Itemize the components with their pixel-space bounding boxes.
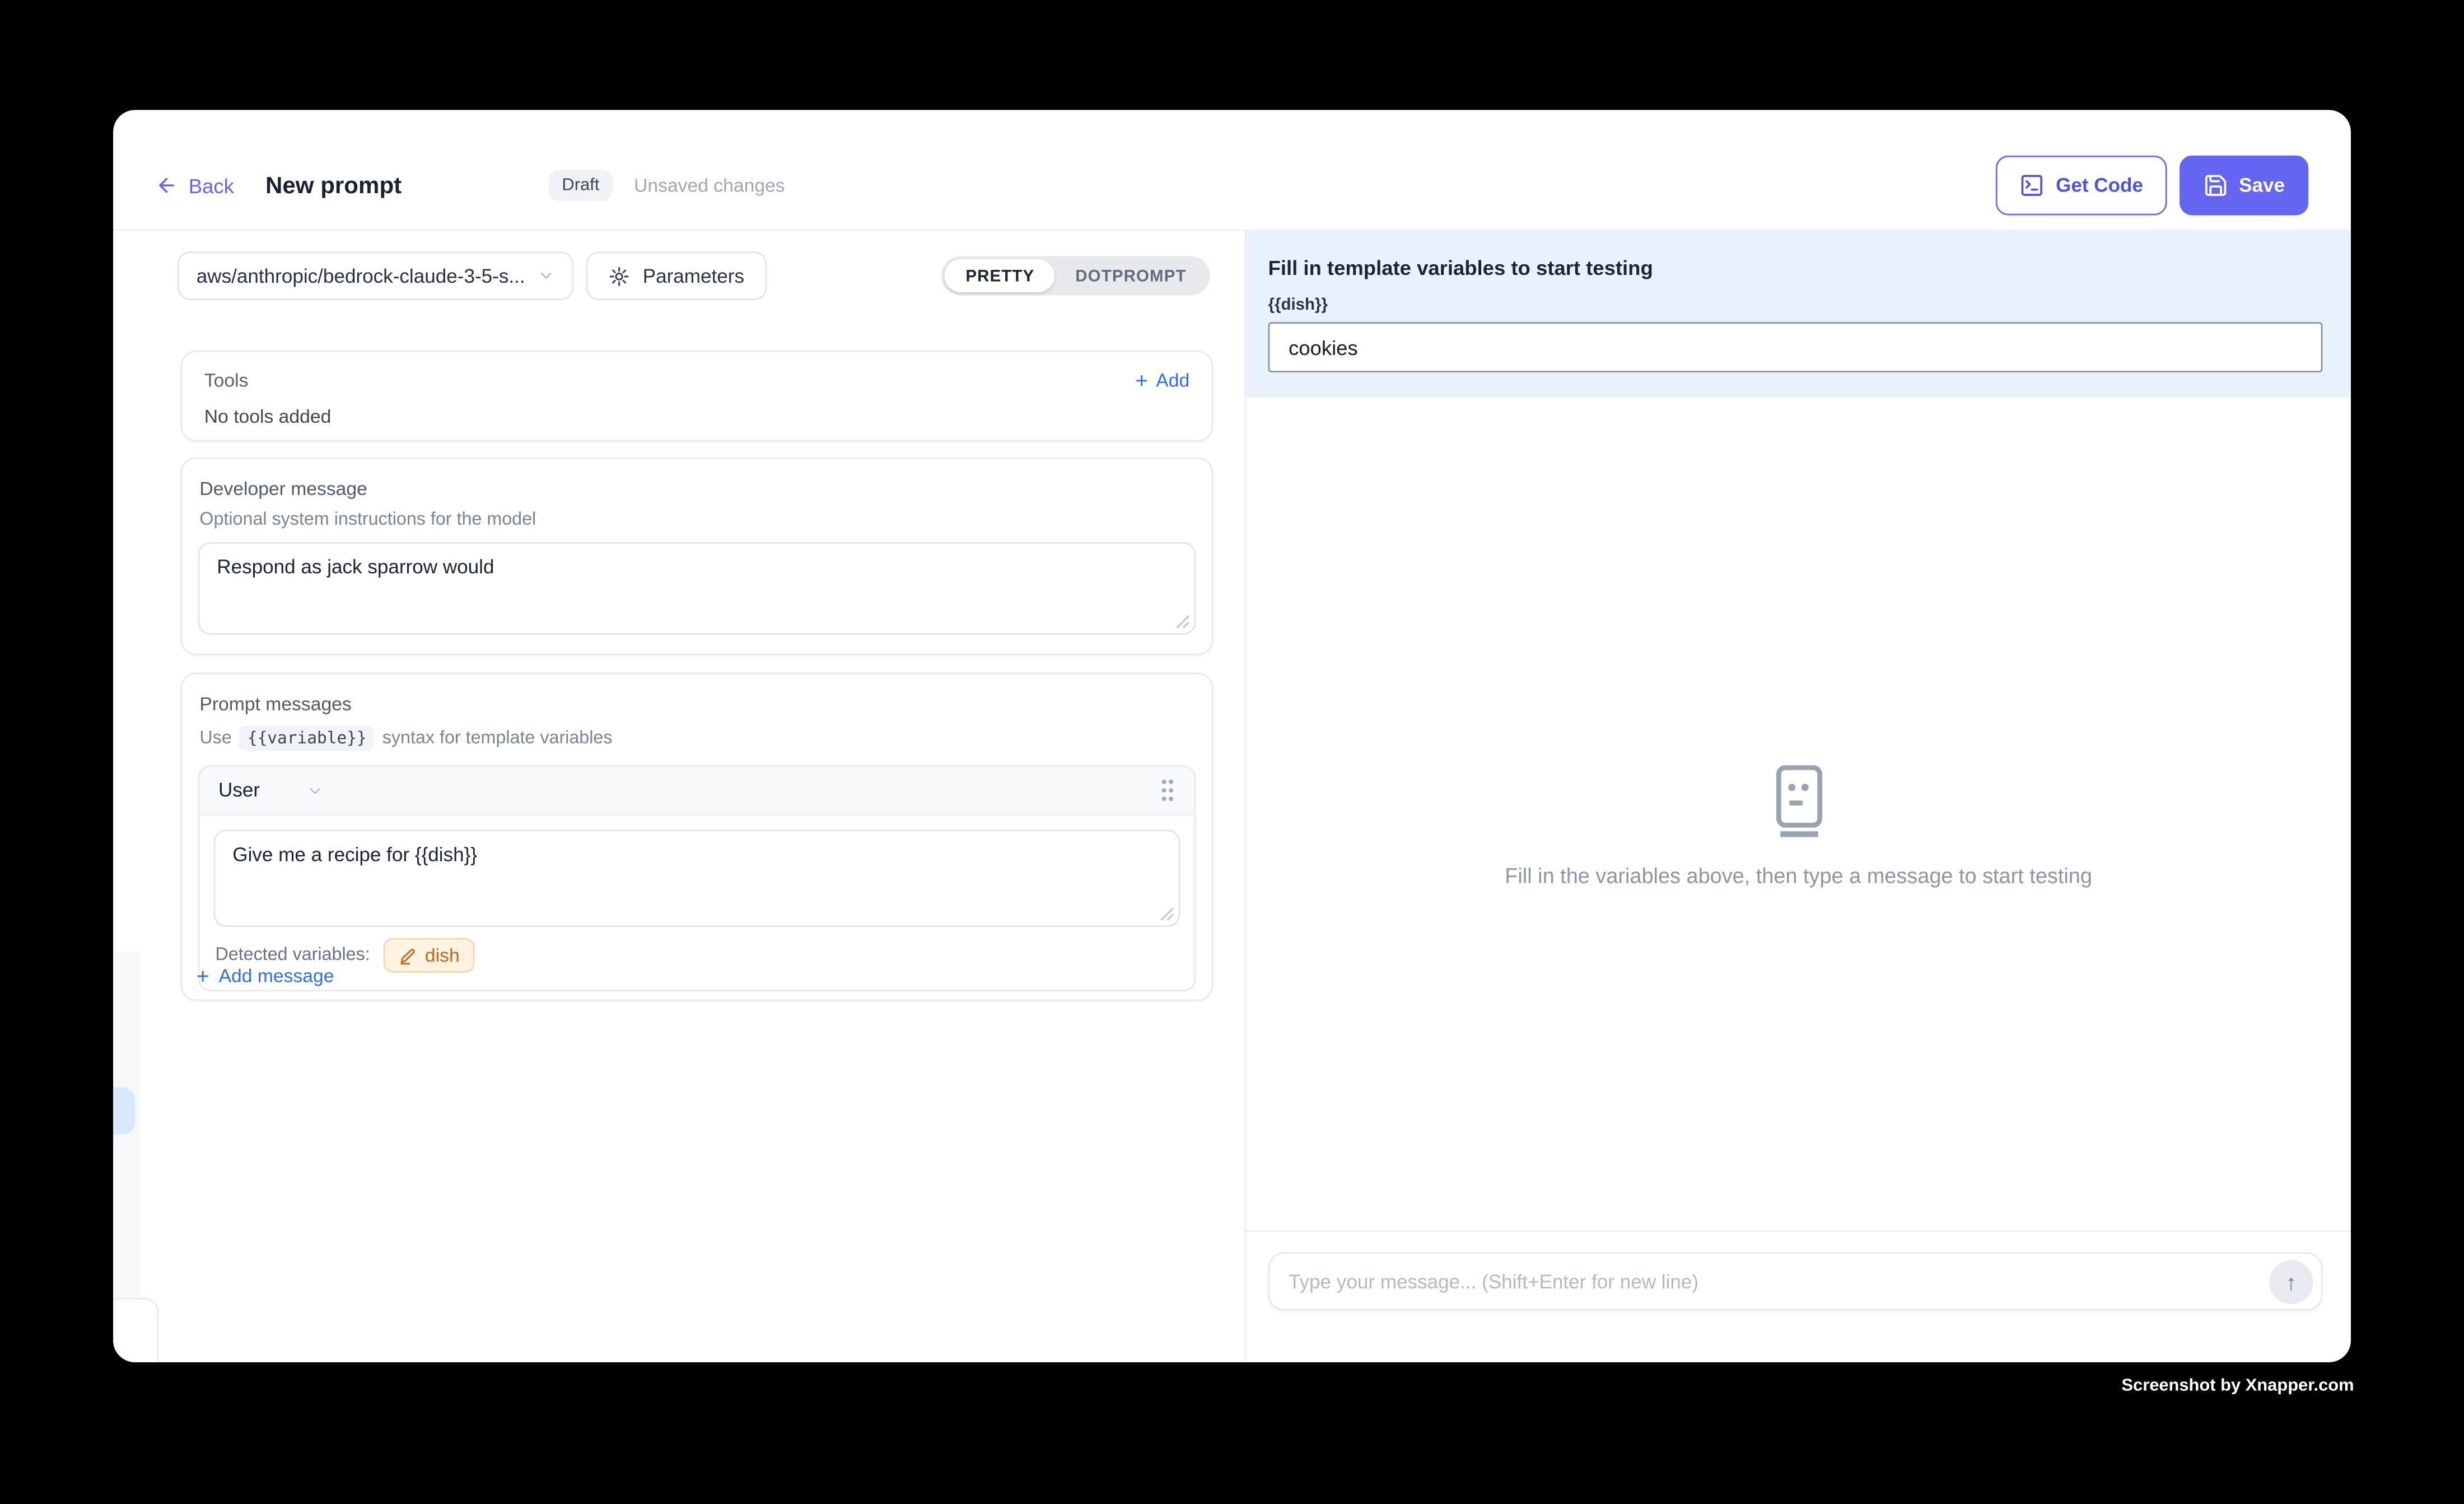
- screenshot-background: Back New prompt Draft Unsaved changes Ge…: [0, 0, 2464, 1503]
- role-select-value[interactable]: User: [218, 779, 260, 801]
- variable-syntax-chip: {{variable}}: [240, 726, 375, 751]
- add-message-label: Add message: [219, 965, 334, 987]
- chevron-down-icon: [538, 267, 555, 284]
- save-icon: [2203, 173, 2228, 198]
- prompt-messages-subtitle: Use {{variable}} syntax for template var…: [198, 726, 1196, 751]
- chat-empty-state: Fill in the variables above, then type a…: [1246, 765, 2351, 888]
- parameters-button[interactable]: Parameters: [586, 251, 767, 300]
- empty-state-text: Fill in the variables above, then type a…: [1505, 864, 2092, 888]
- tools-empty-text: No tools added: [204, 405, 1189, 427]
- parameters-label: Parameters: [643, 265, 744, 287]
- edit-pencil-icon: [400, 947, 417, 964]
- bot-face-icon: [1775, 765, 1822, 838]
- header-actions: Get Code Save: [1996, 156, 2308, 216]
- variables-banner-title: Fill in template variables to start test…: [1268, 256, 2321, 279]
- add-tool-button[interactable]: + Add: [1135, 369, 1189, 391]
- message-body: Give me a recipe for {{dish}} Detected v…: [199, 815, 1194, 989]
- developer-message-subtitle: Optional system instructions for the mod…: [198, 511, 1196, 530]
- developer-message-card: Developer message Optional system instru…: [181, 457, 1214, 656]
- collapsed-sidebar-item: [113, 1087, 135, 1134]
- watermark-text: Screenshot by Xnapper.com: [2121, 1376, 2354, 1395]
- tools-title: Tools: [204, 369, 249, 391]
- send-button[interactable]: ↑: [2269, 1259, 2313, 1304]
- prompt-editor-panel: aws/anthropic/bedrock-claude-3-5-s... Pa…: [113, 231, 1244, 1362]
- subtitle-prefix: Use: [199, 729, 231, 748]
- model-selector[interactable]: aws/anthropic/bedrock-claude-3-5-s...: [178, 251, 573, 300]
- back-button[interactable]: Back: [156, 174, 234, 197]
- developer-message-title: Developer message: [198, 474, 1196, 499]
- plus-icon: +: [1135, 369, 1148, 391]
- unsaved-changes-text: Unsaved changes: [634, 174, 785, 196]
- chat-divider: [1246, 1230, 2351, 1232]
- get-code-label: Get Code: [2056, 174, 2143, 196]
- terminal-icon: [2020, 173, 2045, 198]
- format-toggle: PRETTY DOTPROMPT: [942, 256, 1210, 295]
- message-role-header: User: [199, 767, 1194, 815]
- prompt-messages-card: Prompt messages Use {{variable}} syntax …: [181, 672, 1214, 1001]
- arrow-up-icon: ↑: [2286, 1269, 2297, 1294]
- save-label: Save: [2239, 174, 2285, 196]
- tools-card: Tools + Add No tools added: [181, 351, 1214, 442]
- status-badge: Draft: [548, 170, 613, 201]
- chevron-down-icon[interactable]: [307, 782, 324, 799]
- subtitle-suffix: syntax for template variables: [382, 729, 613, 748]
- variable-dish-label: {{dish}}: [1268, 296, 2321, 315]
- model-selector-value: aws/anthropic/bedrock-claude-3-5-s...: [197, 265, 525, 287]
- save-button[interactable]: Save: [2180, 156, 2309, 216]
- variable-dish-input[interactable]: [1268, 322, 2323, 372]
- toggle-option-dotprompt[interactable]: DOTPROMPT: [1055, 259, 1207, 292]
- corner-overlay-box: [113, 1298, 158, 1362]
- back-arrow-icon: [156, 174, 178, 196]
- page-title: New prompt: [265, 172, 402, 199]
- developer-message-textarea[interactable]: Respond as jack sparrow would: [198, 542, 1196, 635]
- plus-icon: +: [197, 965, 209, 987]
- top-bar: Back New prompt Draft Unsaved changes Ge…: [113, 110, 2351, 231]
- gear-icon: [608, 265, 630, 287]
- app-window: Back New prompt Draft Unsaved changes Ge…: [113, 110, 2351, 1362]
- toggle-option-pretty[interactable]: PRETTY: [945, 259, 1055, 292]
- message-item: User Give me a recipe for {{dish}}: [198, 765, 1196, 992]
- user-message-textarea[interactable]: Give me a recipe for {{dish}}: [214, 830, 1180, 927]
- chat-input-container: ↑: [1268, 1252, 2323, 1310]
- variable-chip-dish[interactable]: dish: [384, 938, 475, 973]
- test-panel: Fill in template variables to start test…: [1244, 231, 2351, 1362]
- variables-banner: Fill in template variables to start test…: [1246, 231, 2351, 397]
- drag-handle[interactable]: [1160, 778, 1175, 803]
- add-tool-label: Add: [1156, 369, 1189, 391]
- model-toolbar: aws/anthropic/bedrock-claude-3-5-s... Pa…: [178, 251, 1210, 300]
- grip-dots-icon: [1160, 778, 1175, 803]
- chat-message-input[interactable]: [1289, 1271, 2269, 1292]
- main-content: aws/anthropic/bedrock-claude-3-5-s... Pa…: [113, 231, 2351, 1362]
- add-message-button[interactable]: + Add message: [197, 965, 334, 987]
- variable-chip-label: dish: [425, 944, 460, 966]
- prompt-messages-title: Prompt messages: [198, 690, 1196, 715]
- detected-variables-label: Detected variables:: [215, 946, 370, 965]
- get-code-button[interactable]: Get Code: [1996, 156, 2167, 216]
- detected-variables-row: Detected variables: dish: [214, 938, 1180, 975]
- back-label: Back: [189, 174, 234, 197]
